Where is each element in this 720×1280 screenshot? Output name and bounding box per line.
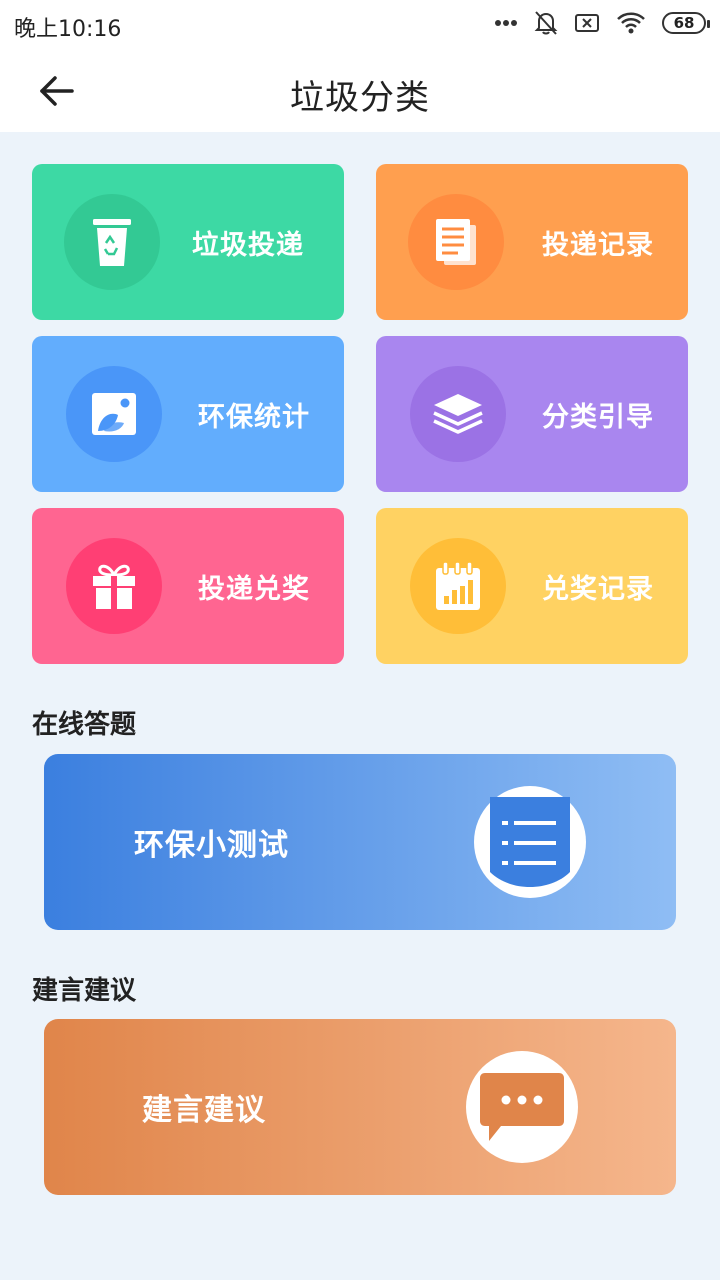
tile-delivery-redeem[interactable]: 投递兑奖 xyxy=(32,508,344,664)
page-title: 垃圾分类 xyxy=(290,78,430,118)
tile-icon-circle xyxy=(64,194,160,290)
tile-delivery-records[interactable]: 投递记录 xyxy=(376,164,688,320)
list-document-icon xyxy=(490,797,570,887)
battery-icon: 68 xyxy=(662,12,710,34)
banner-icon-badge xyxy=(466,1051,578,1163)
tile-label: 投递兑奖 xyxy=(198,573,310,605)
status-bar: 晚上10:16 68 xyxy=(0,0,720,50)
status-icons: 68 xyxy=(494,10,710,36)
tile-icon-circle xyxy=(410,366,506,462)
more-dots-icon xyxy=(495,20,517,26)
tile-icon-circle xyxy=(66,538,162,634)
tile-label: 投递记录 xyxy=(542,229,654,261)
section-title-quiz: 在线答题 xyxy=(32,710,137,740)
leaf-picture-icon xyxy=(92,393,136,435)
documents-icon xyxy=(436,219,476,265)
banner-icon-badge xyxy=(474,786,586,898)
chat-bubble-icon xyxy=(480,1073,564,1141)
tile-icon-circle xyxy=(408,194,504,290)
sim-off-icon xyxy=(575,14,599,32)
status-time: 晚上10:16 xyxy=(14,17,122,42)
gift-icon xyxy=(93,564,135,609)
wifi-icon xyxy=(617,12,645,34)
banner-label: 环保小测试 xyxy=(134,828,289,863)
eco-quiz-banner[interactable]: 环保小测试 xyxy=(44,754,676,930)
calendar-chart-icon xyxy=(436,561,480,610)
tile-icon-circle xyxy=(66,366,162,462)
tile-garbage-delivery[interactable]: 垃圾投递 xyxy=(32,164,344,320)
tile-label: 垃圾投递 xyxy=(192,229,304,261)
tile-label: 环保统计 xyxy=(198,401,310,433)
tile-eco-statistics[interactable]: 环保统计 xyxy=(32,336,344,492)
tile-icon-circle xyxy=(410,538,506,634)
layers-icon xyxy=(433,394,483,434)
recycle-bin-icon xyxy=(93,219,131,266)
tile-label: 兑奖记录 xyxy=(542,573,654,605)
advice-banner[interactable]: 建言建议 xyxy=(44,1019,676,1195)
title-bar: 垃圾分类 xyxy=(0,50,720,132)
section-title-advice: 建言建议 xyxy=(32,976,137,1006)
tile-redeem-records[interactable]: 兑奖记录 xyxy=(376,508,688,664)
tile-label: 分类引导 xyxy=(542,401,654,433)
tile-sorting-guide[interactable]: 分类引导 xyxy=(376,336,688,492)
banner-label: 建言建议 xyxy=(142,1093,266,1128)
bell-off-icon xyxy=(534,11,558,35)
battery-level: 68 xyxy=(673,14,695,32)
